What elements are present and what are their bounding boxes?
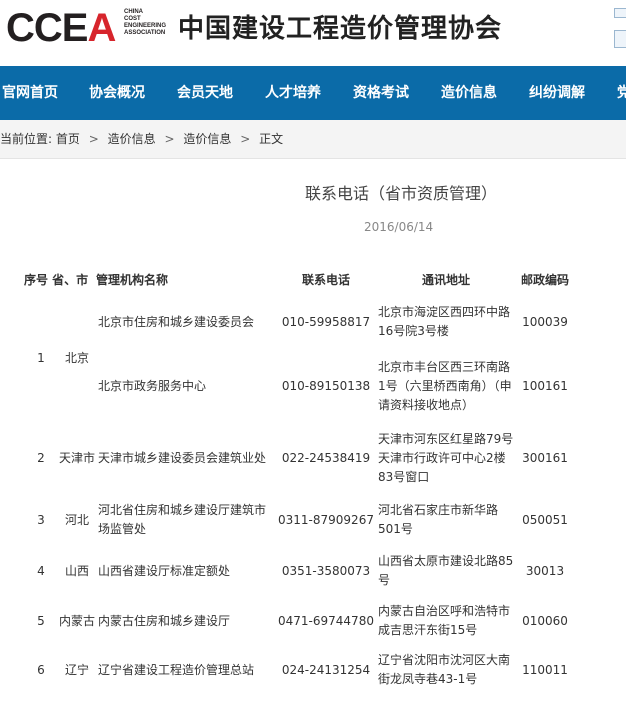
nav-item-home[interactable]: 官网首页 <box>2 66 58 120</box>
breadcrumb-separator: > <box>88 132 99 146</box>
row-address: 内蒙古自治区呼和浩特市成吉思汗东街15号 <box>378 604 511 637</box>
breadcrumb: 当前位置: 首页 > 造价信息 > 造价信息 > 正文 <box>0 120 626 159</box>
row-address: 北京市海淀区西四环中路16号院3号楼 <box>378 305 511 338</box>
nav-item-members[interactable]: 会员天地 <box>177 66 233 120</box>
share-icon[interactable] <box>614 30 626 48</box>
row-province: 辽宁 <box>64 662 89 677</box>
row-address: 山西省太原市建设北路85号 <box>378 554 514 587</box>
table-row: 1 北京 北京市住房和城乡建设委员会 010-59958817 北京市海淀区西四… <box>24 294 576 365</box>
breadcrumb-separator: > <box>164 132 175 146</box>
row-zip: 010060 <box>522 613 568 628</box>
breadcrumb-home[interactable]: 首页 <box>56 120 80 158</box>
row-province: 山西 <box>64 563 89 578</box>
row-org: 内蒙古住房和城乡建设厅 <box>98 613 231 628</box>
row-phone: 010-59958817 <box>281 314 371 329</box>
logo-subtitle-line: COST <box>124 16 141 22</box>
table-row: 北京市政务服务中心 010-89150138 北京市丰台区西三环南路1号（六里桥… <box>24 350 576 422</box>
row-zip: 110011 <box>522 662 568 677</box>
row-zip: 100039 <box>522 314 568 329</box>
contacts-table: 序号 省、市 管理机构名称 联系电话 通讯地址 邮政编码 1 北京 北京市住房和… <box>24 264 576 694</box>
row-province: 内蒙古 <box>58 613 95 628</box>
table-row: 6 辽宁 辽宁省建设工程造价管理总站 024-24131254 辽宁省沈阳市沈河… <box>24 646 576 694</box>
row-org: 山西省建设厅标准定额处 <box>98 563 231 578</box>
row-phone: 0351-3580073 <box>281 563 371 578</box>
table-row: 3 河北 河北省住房和城乡建设厅建筑市场监管处 0311-87909267 河北… <box>24 494 576 546</box>
breadcrumb-cost-info-sub[interactable]: 造价信息 <box>183 120 231 158</box>
logo-subtitle: CHINA COST ENGINEERING ASSOCIATION <box>124 9 174 37</box>
nav-item-exams[interactable]: 资格考试 <box>353 66 409 120</box>
row-zip: 30013 <box>525 563 565 578</box>
header-phone: 联系电话 <box>301 272 350 287</box>
row-number: 3 <box>37 512 45 527</box>
nav-item-mediation[interactable]: 纠纷调解 <box>529 66 585 120</box>
row-zip: 050051 <box>522 512 568 527</box>
row-province: 北京 <box>64 350 89 365</box>
row-number: 4 <box>37 563 45 578</box>
row-org: 北京市政务服务中心 <box>98 378 207 393</box>
row-org: 辽宁省建设工程造价管理总站 <box>98 662 255 677</box>
header-no-province: 序号 省、市 <box>24 272 89 287</box>
row-phone: 0311-87909267 <box>278 512 374 527</box>
logo-accent-letter: A <box>87 6 116 50</box>
table-row: 4 山西 山西省建设厅标准定额处 0351-3580073 山西省太原市建设北路… <box>24 546 576 596</box>
site-header: CCEA CHINA COST ENGINEERING ASSOCIATION … <box>0 0 626 66</box>
row-phone: 024-24131254 <box>281 662 371 677</box>
logo-main-text: CCE <box>6 6 88 50</box>
row-address: 天津市河东区红星路79号天津市行政许可中心2楼83号窗口 <box>378 431 514 484</box>
breadcrumb-current: 正文 <box>259 132 284 146</box>
breadcrumb-cost-info[interactable]: 造价信息 <box>108 120 156 158</box>
article-date: 2016/06/14 <box>364 220 434 234</box>
table-row: 2 天津市 天津市城乡建设委员会建筑业处 022-24538419 天津市河东区… <box>24 422 576 494</box>
row-zip: 100161 <box>522 378 568 393</box>
breadcrumb-prefix: 当前位置: <box>0 132 53 146</box>
logo-subtitle-line: ENGINEERING <box>124 23 167 29</box>
article-title: 联系电话（省市资质管理） <box>305 184 498 203</box>
nav-item-party[interactable]: 党 <box>617 66 626 120</box>
nav-item-training[interactable]: 人才培养 <box>265 66 321 120</box>
main-nav: 官网首页 协会概况 会员天地 人才培养 资格考试 造价信息 纠纷调解 党 <box>0 66 626 120</box>
row-number: 1 <box>37 350 45 365</box>
row-phone: 010-89150138 <box>281 378 371 393</box>
row-address: 河北省石家庄市新华路501号 <box>378 503 499 536</box>
row-address: 辽宁省沈阳市沈河区大南街龙凤寺巷43-1号 <box>378 653 511 686</box>
nav-item-cost-info[interactable]: 造价信息 <box>441 66 497 120</box>
row-province: 河北 <box>64 512 89 527</box>
table-header-row: 序号 省、市 管理机构名称 联系电话 通讯地址 邮政编码 <box>24 264 576 294</box>
nav-item-about[interactable]: 协会概况 <box>89 66 145 120</box>
row-phone: 0471-69744780 <box>278 613 374 628</box>
header-zip: 邮政编码 <box>520 272 569 287</box>
row-address: 北京市丰台区西三环南路1号（六里桥西南角）（申请资料接收地点） <box>378 359 512 412</box>
header-address: 通讯地址 <box>421 272 470 287</box>
row-number: 6 <box>37 662 45 677</box>
share-icon[interactable] <box>614 8 626 18</box>
row-number: 2 <box>37 450 45 465</box>
site-title: 中国建设工程造价管理协会 <box>178 14 503 44</box>
logo-subtitle-line: CHINA <box>124 9 143 15</box>
breadcrumb-separator: > <box>240 132 251 146</box>
row-province: 天津市 <box>58 450 95 465</box>
header-org: 管理机构名称 <box>96 272 169 287</box>
row-org: 河北省住房和城乡建设厅建筑市场监管处 <box>98 503 267 536</box>
row-phone: 022-24538419 <box>281 450 371 465</box>
row-org: 北京市住房和城乡建设委员会 <box>98 314 255 329</box>
table-row: 5 内蒙古 内蒙古住房和城乡建设厅 0471-69744780 内蒙古自治区呼和… <box>24 596 576 646</box>
row-zip: 300161 <box>522 450 568 465</box>
row-number: 5 <box>37 613 45 628</box>
site-logo[interactable]: CCEA <box>6 6 116 50</box>
row-org: 天津市城乡建设委员会建筑业处 <box>98 450 267 465</box>
logo-subtitle-line: ASSOCIATION <box>124 30 166 36</box>
